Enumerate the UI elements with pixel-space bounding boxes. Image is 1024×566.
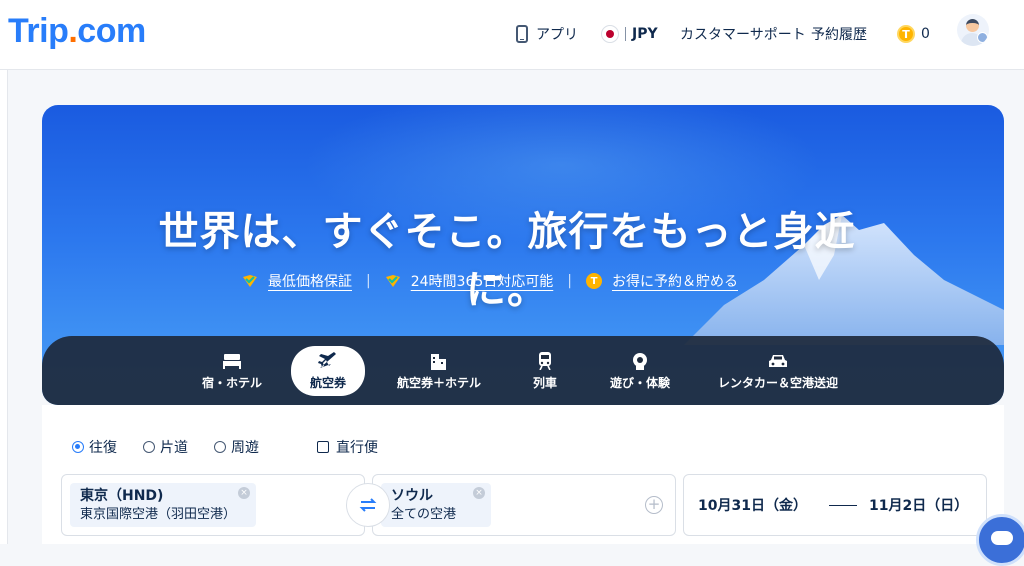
tab-label: 列車 bbox=[532, 375, 557, 390]
radio-unselected-icon bbox=[143, 441, 155, 453]
hero-banner: 世界は、すぐそこ。旅行をもっと身近に。 最低価格保証 | 24時間365日対応可… bbox=[42, 105, 1004, 405]
product-tab-bar: 宿・ホテル 航空券 航空券＋ホテル 列車 遊び・体験 レンタカー＆空港送迎 bbox=[42, 336, 1004, 405]
tab-flight-hotel[interactable]: 航空券＋ホテル bbox=[392, 346, 486, 396]
avatar bbox=[957, 14, 989, 46]
check-badge-icon bbox=[385, 275, 400, 287]
booking-history-link[interactable]: 予約履歴 bbox=[811, 22, 867, 46]
chat-assistant-button[interactable] bbox=[976, 514, 1024, 566]
origin-chip[interactable]: 東京（HND) 東京国際空港（羽田空港） × bbox=[70, 483, 256, 527]
add-destination-icon[interactable]: + bbox=[645, 496, 663, 514]
direct-flights-checkbox[interactable]: 直行便 bbox=[317, 437, 378, 457]
date-range-field[interactable]: 10月31日（金） 11月2日（日） bbox=[683, 474, 987, 536]
bed-icon bbox=[223, 353, 241, 369]
check-badge-icon bbox=[243, 275, 257, 287]
return-date[interactable]: 11月2日（日） bbox=[869, 495, 968, 515]
train-icon bbox=[539, 351, 551, 370]
date-range: 10月31日（金） 11月2日（日） bbox=[698, 495, 968, 515]
checkbox-box bbox=[317, 441, 329, 453]
currency-divider bbox=[625, 27, 626, 41]
trip-type-options: 往復 片道 周遊 直行便 bbox=[72, 437, 378, 457]
destination-airport: 全ての空港 bbox=[391, 507, 457, 522]
trip-com-logo[interactable]: Trip.com bbox=[8, 12, 146, 51]
car-icon bbox=[769, 354, 787, 367]
destination-field[interactable]: ソウル 全ての空港 × + bbox=[372, 474, 676, 536]
logo-text-tld: com bbox=[77, 12, 146, 50]
japan-flag-icon bbox=[601, 25, 619, 43]
history-label: 予約履歴 bbox=[811, 27, 867, 43]
feature-separator: | bbox=[567, 273, 572, 289]
currency-label: JPY bbox=[632, 26, 658, 42]
building-icon bbox=[431, 353, 446, 370]
destination-chip[interactable]: ソウル 全ての空港 × bbox=[381, 483, 491, 527]
avatar-head bbox=[966, 19, 979, 32]
tab-label: 宿・ホテル bbox=[202, 375, 263, 390]
radio-label: 周遊 bbox=[231, 440, 259, 456]
origin-city: 東京（HND) bbox=[80, 488, 164, 504]
points-value: 0 bbox=[921, 26, 930, 42]
avatar-badge-icon bbox=[977, 32, 988, 43]
phone-icon bbox=[516, 25, 528, 43]
logo-dot: . bbox=[68, 12, 78, 50]
attraction-icon bbox=[633, 352, 647, 370]
remove-destination-icon[interactable]: × bbox=[473, 487, 485, 499]
tab-label: 航空券 bbox=[309, 375, 346, 390]
trip-coin-icon: T bbox=[897, 25, 915, 43]
radio-one-way[interactable]: 片道 bbox=[143, 437, 188, 457]
trip-coins-link[interactable]: T 0 bbox=[897, 22, 930, 46]
feature-lowest-price[interactable]: 最低価格保証 bbox=[242, 271, 352, 291]
customer-support-link[interactable]: カスタマーサポート bbox=[680, 22, 806, 46]
coin-icon: T bbox=[585, 273, 602, 289]
radio-unselected-icon bbox=[214, 441, 226, 453]
feature-rewards[interactable]: T お得に予約＆貯める bbox=[585, 271, 738, 291]
radio-label: 往復 bbox=[89, 440, 117, 456]
tab-trains[interactable]: 列車 bbox=[520, 346, 570, 396]
currency-selector[interactable]: JPY bbox=[601, 22, 658, 46]
top-header: Trip.com アプリ JPY カスタマーサポート 予約履歴 T 0 bbox=[0, 0, 1024, 70]
depart-date[interactable]: 10月31日（金） bbox=[698, 495, 807, 515]
radio-round-trip[interactable]: 往復 bbox=[72, 437, 117, 457]
tab-car-rental[interactable]: レンタカー＆空港送迎 bbox=[710, 346, 846, 396]
checkbox-label: 直行便 bbox=[336, 440, 378, 456]
origin-field[interactable]: 東京（HND) 東京国際空港（羽田空港） × bbox=[61, 474, 365, 536]
feature-separator: | bbox=[366, 273, 371, 289]
tab-label: 遊び・体験 bbox=[609, 375, 670, 390]
feature-label: 24時間365日対応可能 bbox=[410, 274, 554, 290]
swap-arrows-icon bbox=[359, 498, 377, 512]
feature-label: 最低価格保証 bbox=[268, 274, 352, 290]
radio-label: 片道 bbox=[160, 440, 188, 456]
remove-origin-icon[interactable]: × bbox=[238, 487, 250, 499]
hero-title: 世界は、すぐそこ。旅行をもっと身近に。 bbox=[158, 209, 856, 313]
radio-selected-icon bbox=[72, 441, 84, 453]
origin-airport: 東京国際空港（羽田空港） bbox=[80, 507, 237, 522]
left-sidebar-edge bbox=[0, 70, 8, 544]
tab-hotels[interactable]: 宿・ホテル bbox=[202, 346, 262, 396]
date-dash bbox=[828, 504, 857, 506]
feature-list: 最低価格保証 | 24時間365日対応可能 | T お得に予約＆貯める bbox=[242, 270, 738, 292]
tab-flights[interactable]: 航空券 bbox=[291, 346, 365, 396]
logo-text-main: Trip bbox=[8, 12, 69, 50]
feature-24h-support[interactable]: 24時間365日対応可能 bbox=[385, 271, 554, 291]
account-avatar-button[interactable] bbox=[957, 14, 989, 46]
plane-icon bbox=[318, 351, 336, 368]
radio-multi-city[interactable]: 周遊 bbox=[214, 437, 259, 457]
flight-search-panel: 往復 片道 周遊 直行便 東京（HND) 東京国際空港（羽田空港） × ソウル bbox=[42, 405, 1004, 544]
app-download-link[interactable]: アプリ bbox=[516, 22, 578, 46]
tab-label: レンタカー＆空港送迎 bbox=[717, 375, 838, 390]
destination-city: ソウル bbox=[391, 488, 433, 504]
support-label: カスタマーサポート bbox=[680, 27, 806, 43]
app-label: アプリ bbox=[536, 27, 578, 43]
tab-activities[interactable]: 遊び・体験 bbox=[602, 346, 678, 396]
tab-label: 航空券＋ホテル bbox=[396, 375, 481, 390]
feature-label: お得に予約＆貯める bbox=[611, 274, 738, 290]
swap-cities-button[interactable] bbox=[346, 483, 390, 527]
